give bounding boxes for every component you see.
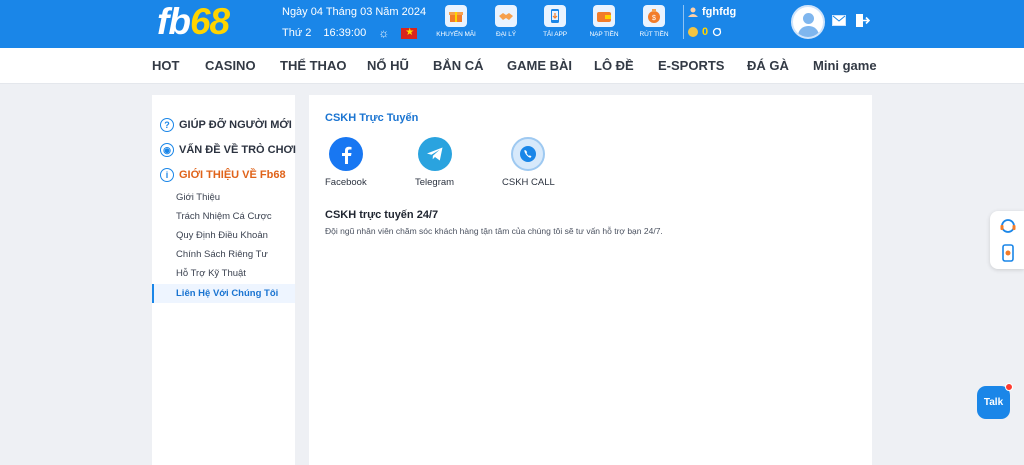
nav-item-cockfight[interactable]: ĐÁ GÀ: [747, 58, 789, 73]
sun-icon: ☼: [378, 26, 390, 40]
category-label: GIỚI THIỆU VỀ Fb68: [179, 169, 286, 181]
contact-cskh-call[interactable]: CSKH CALL: [502, 137, 555, 188]
quick-link-promotions[interactable]: KHUYẾN MÃI: [436, 5, 476, 38]
main-nav: HOT CASINO THỂ THAO NỔ HŨ BẮN CÁ GAME BÀ…: [0, 48, 1024, 84]
quick-link-agency[interactable]: ĐẠI LÝ: [486, 5, 526, 38]
quick-link-download-app[interactable]: TẢI APP: [535, 5, 575, 38]
quick-link-label: TẢI APP: [543, 31, 567, 38]
page-title: CSKH Trực Tuyến: [325, 112, 419, 124]
content-panel: CSKH Trực Tuyến Facebook Telegram CSKH C…: [309, 95, 872, 465]
nav-item-casino[interactable]: CASINO: [205, 58, 256, 73]
username: fghfdg: [702, 6, 737, 18]
sidebar-item-tech-support[interactable]: Hỗ Trợ Kỹ Thuật: [176, 268, 246, 279]
quick-link-label: ĐẠI LÝ: [496, 31, 516, 38]
nav-item-esports[interactable]: E-SPORTS: [658, 58, 724, 73]
quick-link-label: NẠP TIỀN: [589, 31, 619, 38]
facebook-icon: [328, 137, 363, 171]
sidebar-item-contact-us[interactable]: Liên Hệ Với Chúng Tôi: [176, 288, 278, 299]
vietnam-flag-icon[interactable]: ★: [401, 27, 418, 39]
category-label: VẤN ĐỀ VỀ TRÒ CHƠI: [179, 144, 296, 156]
sidebar-item-terms[interactable]: Quy Định Điều Khoản: [176, 230, 268, 241]
support-description: Đội ngũ nhân viên chăm sóc khách hàng tậ…: [325, 226, 663, 236]
sidebar-category-about-fb68[interactable]: i GIỚI THIỆU VỀ Fb68: [160, 168, 286, 182]
contact-label: CSKH CALL: [502, 177, 555, 188]
balance-value: 0: [702, 26, 709, 38]
nav-item-card-games[interactable]: GAME BÀI: [507, 58, 572, 73]
divider: [683, 5, 684, 39]
contact-telegram[interactable]: Telegram: [415, 137, 454, 188]
talk-label: Talk: [983, 397, 1004, 408]
nav-item-lottery[interactable]: LÔ ĐỀ: [594, 58, 634, 73]
current-date: Ngày 04 Tháng 03 Năm 2024: [282, 6, 427, 18]
help-sidebar: ? GIÚP ĐỠ NGƯỜI MỚI ◉ VẤN ĐỀ VỀ TRÒ CHƠI…: [152, 95, 296, 465]
talk-chat-button[interactable]: Talk: [977, 383, 1013, 419]
avatar[interactable]: [791, 5, 825, 39]
nav-item-hot[interactable]: HOT: [152, 58, 179, 73]
sidebar-item-introduction[interactable]: Giới Thiệu: [176, 192, 220, 203]
logout-icon[interactable]: [856, 14, 870, 27]
handshake-icon: [495, 5, 517, 27]
quick-link-label: RÚT TIỀN: [639, 31, 669, 38]
phone-download-icon: [544, 5, 566, 27]
nav-item-sports[interactable]: THỂ THAO: [280, 58, 346, 73]
weekday: Thứ 2: [282, 27, 312, 39]
game-icon: ◉: [160, 143, 174, 157]
refresh-icon[interactable]: [712, 27, 722, 37]
logo-fb-text: fb: [157, 1, 191, 42]
quick-link-withdraw[interactable]: $ RÚT TIỀN: [634, 5, 674, 38]
contact-label: Facebook: [325, 177, 367, 188]
floating-side-menu: [990, 211, 1024, 269]
top-header: fb68 Ngày 04 Tháng 03 Năm 2024 Thứ 2 16:…: [0, 0, 1024, 48]
support-heading: CSKH trực tuyến 24/7: [325, 209, 439, 221]
mail-icon[interactable]: [832, 15, 846, 26]
phone-call-icon: [511, 137, 546, 171]
sidebar-item-responsible-gaming[interactable]: Trách Nhiệm Cá Cược: [176, 211, 272, 222]
quick-link-deposit[interactable]: NẠP TIỀN: [584, 5, 624, 38]
notification-dot: [1005, 383, 1013, 391]
mobile-app-icon[interactable]: [999, 244, 1017, 262]
gift-icon: [445, 5, 467, 27]
user-info: fghfdg 0: [688, 5, 736, 38]
svg-text:$: $: [652, 15, 656, 22]
sidebar-category-game-issues[interactable]: ◉ VẤN ĐỀ VỀ TRÒ CHƠI: [160, 143, 296, 157]
fb68-logo[interactable]: fb68: [157, 1, 230, 42]
user-icon: [688, 7, 698, 17]
date-time-panel: Ngày 04 Tháng 03 Năm 2024 Thứ 2 16:39:00…: [282, 6, 426, 39]
customer-service-icon[interactable]: [999, 217, 1017, 235]
category-label: GIÚP ĐỠ NGƯỜI MỚI: [179, 119, 292, 131]
telegram-icon: [417, 137, 452, 171]
contact-label: Telegram: [415, 177, 455, 188]
contact-facebook[interactable]: Facebook: [325, 137, 367, 188]
nav-item-mini-game[interactable]: Mini game: [813, 58, 877, 73]
info-icon: i: [160, 168, 174, 182]
wallet-icon: [593, 5, 615, 27]
question-icon: ?: [160, 118, 174, 132]
coin-icon: [688, 27, 698, 37]
nav-item-slots[interactable]: NỔ HŨ: [367, 58, 409, 73]
sidebar-item-privacy[interactable]: Chính Sách Riêng Tư: [176, 249, 268, 260]
logo-68-text: 68: [189, 1, 230, 42]
money-bag-icon: $: [643, 5, 665, 27]
nav-item-fishing[interactable]: BẮN CÁ: [433, 58, 484, 73]
quick-link-label: KHUYẾN MÃI: [436, 31, 476, 38]
clock-time: 16:39:00: [323, 27, 367, 39]
sidebar-category-new-user-help[interactable]: ? GIÚP ĐỠ NGƯỜI MỚI: [160, 118, 292, 132]
